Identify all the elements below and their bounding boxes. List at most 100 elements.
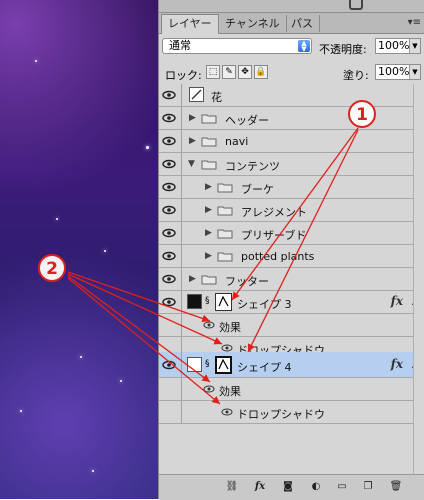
visibility-eye-icon[interactable] bbox=[162, 180, 176, 194]
layers-panel: レイヤー チャンネル パス ▾≡ 通常 ▲ ▼ 不透明度: 100% ▼ ロック:… bbox=[158, 0, 424, 500]
visibility-eye-icon[interactable] bbox=[162, 295, 176, 309]
effects-row-shape4[interactable]: 効果 bbox=[159, 378, 424, 401]
visibility-eye-icon[interactable] bbox=[162, 272, 176, 286]
vector-mask-thumbnail[interactable] bbox=[215, 293, 232, 311]
blend-row: 通常 ▲ ▼ 不透明度: 100% ▼ bbox=[159, 34, 424, 58]
effect-eye-icon[interactable] bbox=[203, 319, 215, 331]
layer-row-contents[interactable]: ▼ コンテンツ bbox=[159, 153, 424, 176]
effect-eye-icon[interactable] bbox=[221, 406, 233, 418]
layer-row-hana[interactable]: 花 bbox=[159, 84, 424, 107]
layer-row-preserved[interactable]: ▶ プリザーブド bbox=[159, 222, 424, 245]
layer-label: 花 bbox=[211, 91, 222, 104]
lock-row: ロック: ⬚ ✎ ✥ 🔒 塗り: 100% ▼ bbox=[159, 60, 424, 85]
layer-label: コンテンツ bbox=[225, 160, 280, 173]
visibility-eye-icon[interactable] bbox=[162, 111, 176, 125]
fill-dropdown-icon[interactable]: ▼ bbox=[409, 65, 420, 79]
layer-label: シェイプ 4 bbox=[237, 361, 292, 374]
expand-triangle-icon[interactable]: ▶ bbox=[189, 136, 196, 146]
layer-row-arrangement[interactable]: ▶ アレジメント bbox=[159, 199, 424, 222]
visibility-eye-icon[interactable] bbox=[162, 226, 176, 240]
separator bbox=[181, 401, 182, 424]
folder-icon bbox=[201, 137, 217, 147]
adjustment-layer-icon[interactable]: ◐ bbox=[309, 480, 323, 494]
lock-image-icon[interactable]: ✎ bbox=[222, 65, 236, 79]
visibility-eye-icon[interactable] bbox=[162, 203, 176, 217]
text-layer-thumbnail-icon[interactable] bbox=[189, 87, 204, 102]
lock-all-icon[interactable]: 🔒 bbox=[254, 65, 268, 79]
add-mask-icon[interactable]: ◙ bbox=[281, 480, 295, 494]
vector-mask-thumbnail[interactable] bbox=[215, 356, 232, 374]
layer-label: プリザーブド bbox=[241, 229, 307, 242]
expand-triangle-icon[interactable]: ▶ bbox=[189, 274, 196, 284]
folder-icon bbox=[217, 252, 233, 262]
separator bbox=[181, 176, 182, 199]
layer-row-shape4[interactable]: § シェイプ 4 fx ▲ bbox=[159, 352, 424, 378]
scrollbar[interactable] bbox=[413, 84, 424, 474]
expand-triangle-icon[interactable]: ▶ bbox=[189, 113, 196, 123]
effects-row-shape3[interactable]: 効果 bbox=[159, 314, 424, 337]
opacity-value: 100% bbox=[378, 39, 410, 52]
fill-field[interactable]: 100% ▼ bbox=[375, 64, 421, 80]
trash-icon[interactable]: 🗑 bbox=[389, 480, 403, 494]
opacity-field[interactable]: 100% ▼ bbox=[375, 38, 421, 54]
folder-open-icon bbox=[201, 160, 217, 170]
new-group-icon[interactable]: ▭ bbox=[335, 480, 349, 494]
star bbox=[92, 470, 94, 472]
tab-channels[interactable]: チャンネル bbox=[219, 15, 287, 32]
layer-row-shape3[interactable]: § シェイプ 3 fx ▲ bbox=[159, 291, 424, 314]
expand-triangle-icon[interactable]: ▶ bbox=[205, 205, 212, 215]
fill-value: 100% bbox=[378, 65, 410, 78]
star bbox=[35, 60, 37, 62]
opacity-dropdown-icon[interactable]: ▼ bbox=[409, 39, 420, 53]
panel-menu-icon[interactable]: ▾≡ bbox=[408, 17, 421, 28]
separator bbox=[181, 245, 182, 268]
dropshadow-row-shape4[interactable]: ドロップシャドウ bbox=[159, 401, 424, 424]
expand-triangle-icon[interactable]: ▶ bbox=[205, 251, 212, 261]
layer-row-potted-plants[interactable]: ▶ potted plants bbox=[159, 245, 424, 268]
panel-tabs: レイヤー チャンネル パス ▾≡ bbox=[159, 13, 424, 34]
layer-row-header[interactable]: ▶ ヘッダー bbox=[159, 107, 424, 130]
new-layer-icon[interactable]: ❐ bbox=[361, 480, 375, 494]
select-stepper-icon: ▲ ▼ bbox=[298, 40, 310, 53]
tab-layers[interactable]: レイヤー bbox=[161, 14, 219, 34]
folder-icon bbox=[201, 275, 217, 285]
layer-color-thumbnail[interactable] bbox=[187, 357, 202, 372]
effect-eye-icon[interactable] bbox=[203, 383, 215, 395]
visibility-eye-icon[interactable] bbox=[162, 157, 176, 171]
separator bbox=[181, 199, 182, 222]
layer-color-thumbnail[interactable] bbox=[187, 294, 202, 309]
link-chain-icon[interactable]: § bbox=[205, 296, 212, 308]
expand-triangle-icon[interactable]: ▶ bbox=[205, 228, 212, 238]
tool-icon[interactable] bbox=[349, 0, 363, 10]
add-style-icon[interactable]: fx bbox=[253, 480, 267, 494]
separator bbox=[181, 153, 182, 176]
layer-label: navi bbox=[225, 135, 249, 148]
fx-icon[interactable]: fx bbox=[391, 357, 403, 371]
collapse-triangle-icon[interactable]: ▼ bbox=[188, 159, 195, 169]
lock-position-icon[interactable]: ✥ bbox=[238, 65, 252, 79]
expand-triangle-icon[interactable]: ▶ bbox=[205, 182, 212, 192]
layer-row-bouquet[interactable]: ▶ ブーケ bbox=[159, 176, 424, 199]
separator bbox=[181, 314, 182, 337]
star bbox=[80, 356, 82, 358]
visibility-eye-icon[interactable] bbox=[162, 249, 176, 263]
layer-row-navi[interactable]: ▶ navi bbox=[159, 130, 424, 153]
link-layers-icon[interactable]: ⛓ bbox=[225, 480, 239, 494]
link-chain-icon[interactable]: § bbox=[205, 359, 212, 371]
folder-icon bbox=[201, 114, 217, 124]
blend-mode-select[interactable]: 通常 ▲ ▼ bbox=[162, 38, 312, 54]
visibility-eye-icon[interactable] bbox=[162, 358, 176, 372]
tab-paths[interactable]: パス bbox=[285, 15, 320, 32]
star bbox=[56, 218, 58, 220]
layer-label: potted plants bbox=[241, 250, 315, 263]
separator bbox=[181, 352, 182, 378]
layer-row-footer[interactable]: ▶ フッター bbox=[159, 268, 424, 291]
layer-label: アレジメント bbox=[241, 206, 307, 219]
visibility-eye-icon[interactable] bbox=[162, 88, 176, 102]
lock-transparency-icon[interactable]: ⬚ bbox=[206, 65, 220, 79]
opacity-label: 不透明度: bbox=[319, 43, 367, 56]
layer-label: ヘッダー bbox=[225, 114, 269, 127]
fx-icon[interactable]: fx bbox=[391, 294, 403, 308]
layer-label: シェイプ 3 bbox=[237, 298, 292, 311]
visibility-eye-icon[interactable] bbox=[162, 134, 176, 148]
